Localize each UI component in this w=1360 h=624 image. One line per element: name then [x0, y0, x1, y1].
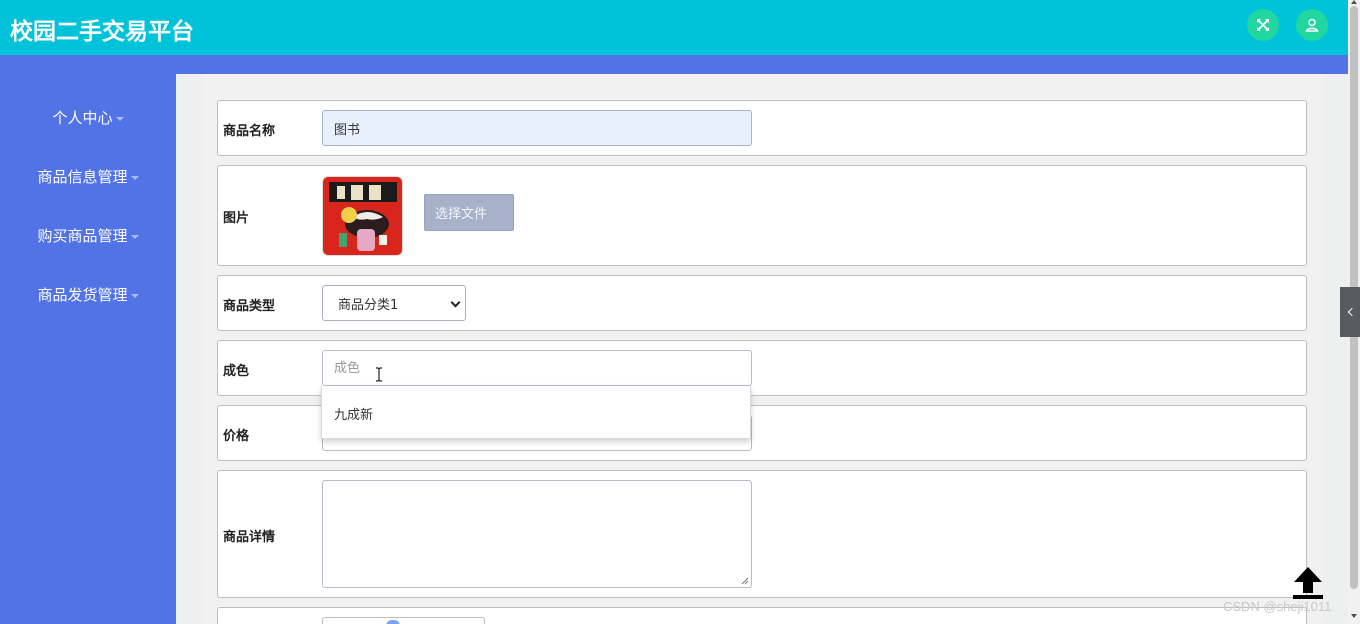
details-textarea[interactable]: [322, 480, 752, 588]
user-button[interactable]: [1296, 9, 1328, 41]
app-title: 校园二手交易平台: [10, 19, 194, 45]
product-image: [322, 176, 403, 256]
form-row-name: 商品名称: [217, 100, 1307, 156]
field-label: 成色: [223, 364, 250, 379]
resize-grip-icon[interactable]: [741, 577, 749, 585]
caret-down-icon: [130, 234, 139, 239]
form-row-details: 商品详情: [217, 470, 1307, 598]
sidebar-item-label: 个人中心: [52, 109, 113, 127]
scroll-down-icon[interactable]: [1351, 614, 1357, 618]
caret-down-icon: [130, 175, 139, 180]
sidebar-item-label: 商品发货管理: [37, 286, 128, 304]
text-cursor-icon: [376, 367, 382, 382]
field-label: 价格: [223, 429, 250, 444]
choose-file-button[interactable]: 选择文件: [424, 194, 514, 231]
side-panel-toggle[interactable]: [1340, 287, 1360, 337]
category-select[interactable]: 商品分类1: [322, 285, 466, 321]
fullscreen-button[interactable]: [1247, 9, 1279, 41]
switch-indicator: [386, 620, 400, 624]
caret-down-icon: [130, 293, 139, 298]
back-to-top-icon[interactable]: [1292, 566, 1324, 600]
chevron-left-icon: [1347, 307, 1356, 317]
autocomplete-dropdown: 九成新: [321, 386, 751, 439]
sidebar: 个人中心 商品信息管理 购买商品管理 商品发货管理: [0, 55, 176, 624]
top-bar: 校园二手交易平台: [0, 0, 1348, 55]
scroll-up-icon[interactable]: [1351, 0, 1357, 4]
blue-band: [0, 55, 1348, 74]
product-name-input[interactable]: [322, 110, 752, 146]
sidebar-item-product-info[interactable]: 商品信息管理: [0, 166, 176, 187]
field-label: 商品名称: [223, 124, 276, 139]
sidebar-item-shipping[interactable]: 商品发货管理: [0, 284, 176, 305]
sidebar-item-label: 购买商品管理: [37, 227, 128, 245]
category-selected-value: 商品分类1: [338, 297, 399, 313]
field-label: 商品详情: [223, 530, 276, 545]
user-icon: [1305, 18, 1319, 32]
field-label: 图片: [223, 211, 250, 226]
fullscreen-icon: [1257, 19, 1269, 31]
form-row-image: 图片 选择文件: [217, 165, 1307, 266]
autocomplete-option[interactable]: 九成新: [334, 404, 373, 423]
sidebar-item-label: 商品信息管理: [37, 168, 128, 186]
watermark: CSDN @sheji1011: [1223, 599, 1332, 614]
chevron-down-icon: [450, 297, 461, 308]
sidebar-item-purchase[interactable]: 购买商品管理: [0, 225, 176, 246]
caret-down-icon: [115, 116, 124, 121]
form-row-category: 商品类型 商品分类1: [217, 275, 1307, 331]
form-row-next: [217, 607, 1307, 624]
sidebar-item-personal-center[interactable]: 个人中心: [0, 107, 176, 128]
condition-input[interactable]: [322, 350, 752, 386]
field-label: 商品类型: [223, 299, 276, 314]
next-field-input[interactable]: [322, 617, 485, 624]
